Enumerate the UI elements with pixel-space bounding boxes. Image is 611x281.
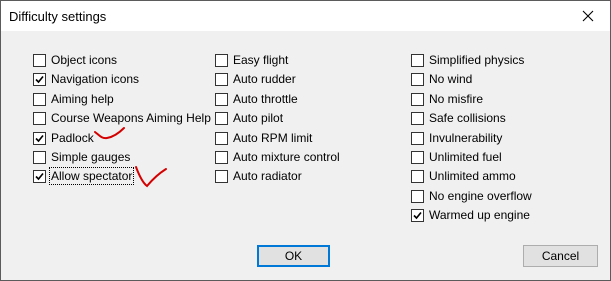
checkbox-checked[interactable] [33, 72, 46, 86]
checkbox-unchecked[interactable] [411, 53, 424, 67]
checkbox-option[interactable]: No misfire [411, 90, 483, 108]
cancel-button[interactable]: Cancel [523, 245, 598, 267]
checkbox-unchecked[interactable] [411, 189, 424, 203]
checkbox-label: No wind [429, 72, 473, 86]
checkbox-label: No misfire [429, 92, 484, 106]
checkbox-option[interactable]: Auto radiator [215, 167, 302, 185]
cancel-button-label: Cancel [541, 249, 580, 263]
checkbox-unchecked[interactable] [33, 111, 46, 125]
checkbox-label: Simplified physics [429, 53, 525, 67]
checkbox-unchecked[interactable] [411, 72, 424, 86]
checkbox-label: Padlock [51, 131, 94, 145]
checkmark-icon [35, 75, 44, 83]
checkbox-label: Aiming help [51, 92, 114, 106]
checkbox-option[interactable]: Simplified physics [411, 51, 524, 69]
checkbox-checked[interactable] [411, 208, 424, 222]
checkbox-unchecked[interactable] [411, 169, 424, 183]
checkbox-option[interactable]: Object icons [33, 51, 117, 69]
checkbox-option[interactable]: Auto pilot [215, 109, 283, 127]
checkbox-label: Auto radiator [233, 169, 302, 183]
checkbox-label: Unlimited fuel [429, 150, 502, 164]
checkbox-label: Invulnerability [429, 131, 503, 145]
checkbox-unchecked[interactable] [215, 169, 228, 183]
checkbox-label: Auto rudder [233, 72, 296, 86]
difficulty-settings-dialog: Difficulty settings Object icons Navigati… [0, 0, 611, 281]
checkbox-label: Easy flight [233, 53, 289, 67]
checkbox-unchecked[interactable] [215, 150, 228, 164]
checkbox-checked[interactable] [33, 131, 46, 145]
checkbox-unchecked[interactable] [411, 150, 424, 164]
red-check-mark-spectator [135, 166, 167, 188]
checkbox-option[interactable]: Simple gauges [33, 148, 130, 166]
checkbox-option[interactable]: Safe collisions [411, 109, 506, 127]
dialog-title: Difficulty settings [9, 9, 107, 24]
checkbox-option[interactable]: Unlimited ammo [411, 167, 516, 185]
checkbox-label: Allow spectator [48, 167, 135, 185]
checkbox-unchecked[interactable] [215, 53, 228, 67]
checkbox-option[interactable]: Auto throttle [215, 90, 298, 108]
checkbox-label: Safe collisions [429, 111, 506, 125]
checkbox-option[interactable]: Course Weapons Aiming Help [33, 109, 211, 127]
checkbox-label: Unlimited ammo [429, 169, 516, 183]
checkbox-unchecked[interactable] [215, 72, 228, 86]
checkbox-option[interactable]: Navigation icons [33, 70, 139, 88]
checkbox-unchecked[interactable] [411, 92, 424, 106]
checkbox-option[interactable]: Auto RPM limit [215, 129, 312, 147]
checkbox-label: Warmed up engine [429, 208, 530, 222]
checkbox-label: Auto mixture control [233, 150, 340, 164]
checkbox-checked[interactable] [33, 169, 46, 183]
ok-button[interactable]: OK [257, 245, 330, 267]
red-check-mark-padlock [94, 127, 125, 140]
title-bar: Difficulty settings [1, 1, 610, 31]
checkbox-option[interactable]: Invulnerability [411, 129, 502, 147]
checkbox-label: Course Weapons Aiming Help [51, 111, 211, 125]
checkbox-option[interactable]: Aiming help [33, 90, 114, 108]
checkbox-option[interactable]: Padlock [33, 129, 94, 147]
checkbox-label: Navigation icons [51, 72, 140, 86]
checkbox-option[interactable]: Warmed up engine [411, 206, 530, 224]
checkbox-option[interactable]: Easy flight [215, 51, 288, 69]
checkbox-unchecked[interactable] [33, 92, 46, 106]
checkbox-label: No engine overflow [429, 189, 532, 203]
checkbox-option[interactable]: Allow spectator [33, 167, 135, 185]
checkbox-option[interactable]: No engine overflow [411, 187, 532, 205]
checkbox-label: Auto pilot [233, 111, 284, 125]
checkmark-icon [35, 134, 44, 142]
checkbox-unchecked[interactable] [215, 92, 228, 106]
checkbox-unchecked[interactable] [215, 131, 228, 145]
checkmark-icon [413, 211, 422, 219]
checkbox-unchecked[interactable] [215, 111, 228, 125]
ok-button-label: OK [284, 249, 303, 263]
checkbox-label: Simple gauges [51, 150, 131, 164]
checkbox-option[interactable]: Auto mixture control [215, 148, 340, 166]
close-button[interactable] [566, 1, 610, 31]
close-icon [582, 10, 594, 22]
checkbox-option[interactable]: Auto rudder [215, 70, 296, 88]
checkbox-option[interactable]: No wind [411, 70, 472, 88]
checkbox-unchecked[interactable] [33, 53, 46, 67]
checkbox-unchecked[interactable] [411, 131, 424, 145]
checkbox-unchecked[interactable] [411, 111, 424, 125]
checkbox-label: Object icons [51, 53, 118, 67]
checkbox-option[interactable]: Unlimited fuel [411, 148, 502, 166]
checkmark-icon [35, 172, 44, 180]
checkbox-label: Auto throttle [233, 92, 298, 106]
checkbox-label: Auto RPM limit [233, 131, 313, 145]
checkbox-unchecked[interactable] [33, 150, 46, 164]
